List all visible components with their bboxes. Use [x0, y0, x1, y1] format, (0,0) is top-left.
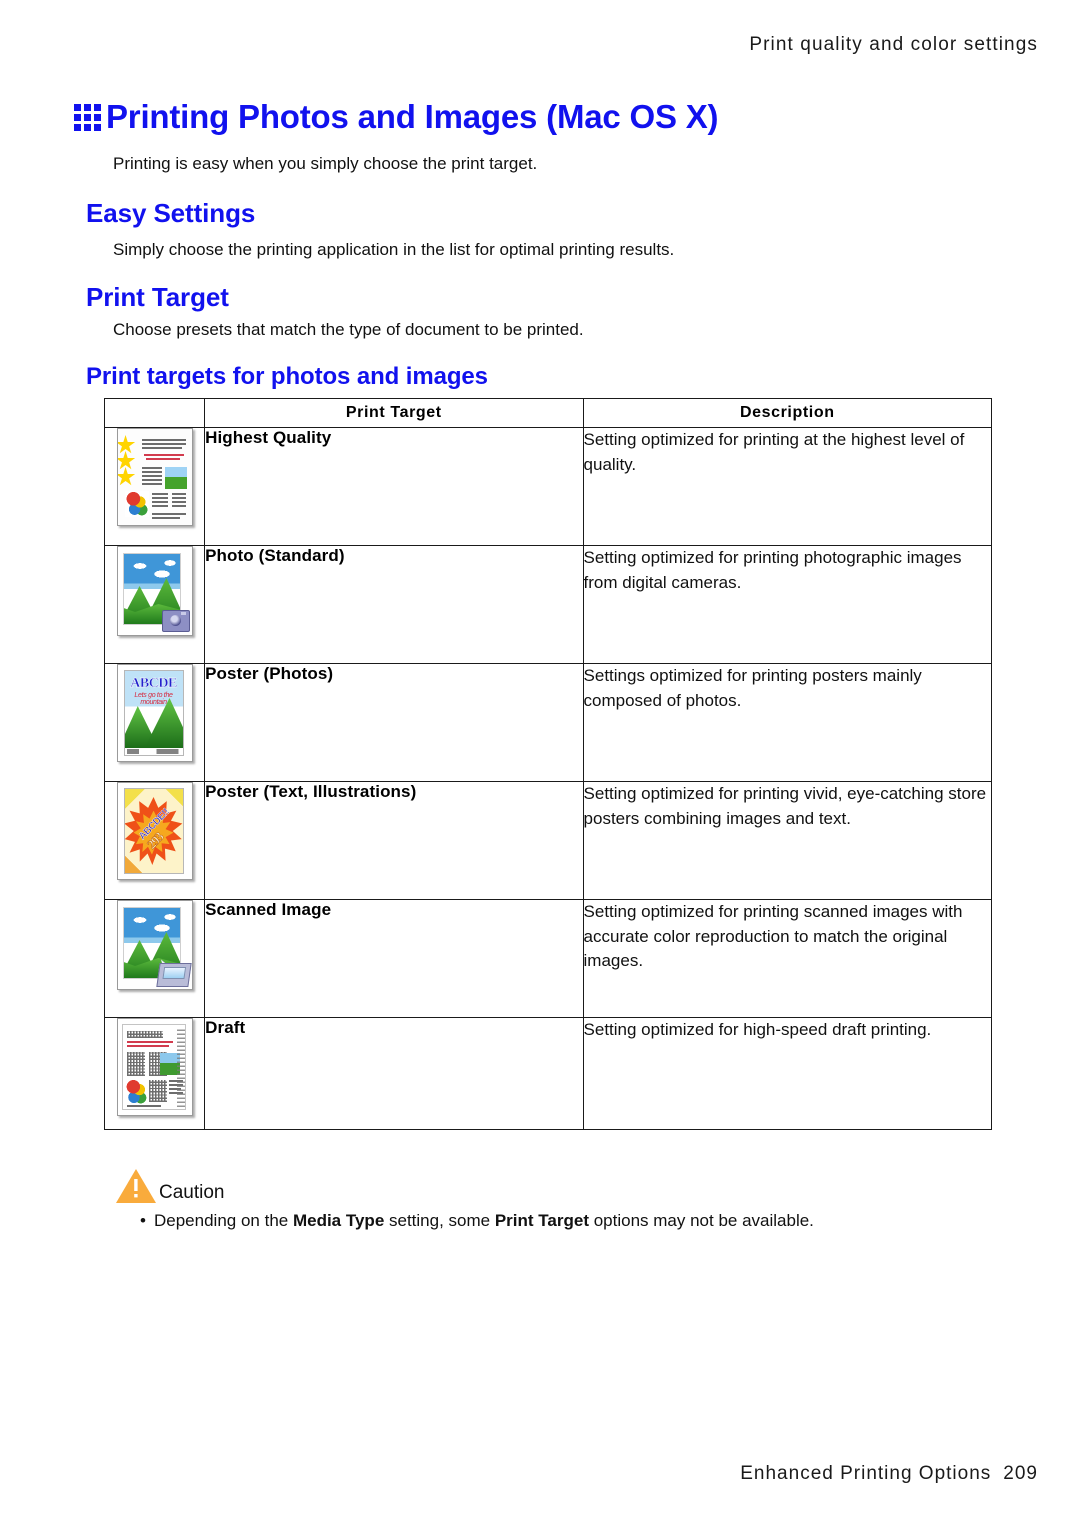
- column-header-thumbnail: [103, 398, 206, 428]
- print-targets-table: Print Target Description Highest Quality…: [103, 398, 993, 1130]
- table-row: Highest Quality Setting optimized for pr…: [103, 427, 993, 546]
- scanner-icon: [155, 963, 192, 987]
- print-target-description: Setting optimized for printing scanned i…: [582, 899, 993, 1018]
- poster-photos-script: Lets go to the mountain: [134, 692, 173, 706]
- print-target-description: Settings optimized for printing posters …: [582, 663, 993, 782]
- table-row: Scanned Image Setting optimized for prin…: [103, 899, 993, 1018]
- table-row: Draft Setting optimized for high-speed d…: [103, 1017, 993, 1130]
- section-body-easy-settings: Simply choose the printing application i…: [113, 240, 675, 259]
- caution-text-part-3: options may not be available.: [588, 1211, 814, 1230]
- poster-photos-title: ABCDE: [130, 676, 177, 691]
- caution-label: Caution: [159, 1182, 225, 1203]
- print-target-description: Setting optimized for printing photograp…: [582, 545, 993, 664]
- thumbnail-cell: [103, 1017, 206, 1130]
- intro-paragraph: Printing is easy when you simply choose …: [113, 154, 538, 173]
- table-row: Photo (Standard) Setting optimized for p…: [103, 545, 993, 664]
- thumbnail-cell: [103, 899, 206, 1018]
- bullet-dot-icon: •: [140, 1211, 146, 1230]
- print-target-name: Scanned Image: [204, 899, 584, 1018]
- section-heading-easy-settings: Easy Settings: [86, 198, 256, 228]
- section-heading-print-target: Print Target: [86, 282, 229, 312]
- warning-triangle-icon: [115, 1167, 157, 1205]
- camera-icon: [161, 610, 190, 632]
- caution-text-bold-media-type: Media Type: [292, 1211, 385, 1230]
- thumbnail-cell: ABCDE Lets go to the mountain: [103, 663, 206, 782]
- caution-text-bold-print-target: Print Target: [494, 1211, 589, 1230]
- photo-with-scanner-thumbnail: [116, 900, 193, 990]
- caution-text-part-2: setting, some: [384, 1211, 495, 1230]
- subheading-print-targets: Print targets for photos and images: [86, 363, 488, 390]
- caution-block: Caution: [115, 1167, 225, 1205]
- running-header: Print quality and color settings: [749, 34, 1038, 55]
- thumbnail-cell: [103, 427, 206, 546]
- print-target-name: Poster (Text, Illustrations): [204, 781, 584, 900]
- print-target-name: Poster (Photos): [204, 663, 584, 782]
- print-target-name: Highest Quality: [204, 427, 584, 546]
- poster-text-illustrations-thumbnail: 293 ABCDE!!: [116, 782, 193, 880]
- page-footer: Enhanced Printing Options 209: [740, 1463, 1038, 1485]
- table-row: 293 ABCDE!! Poster (Text, Illustrations)…: [103, 781, 993, 900]
- document-page: Print quality and color settings Printin…: [0, 0, 1080, 1527]
- poster-photos-thumbnail: ABCDE Lets go to the mountain: [116, 664, 193, 762]
- document-with-stars-thumbnail: [116, 428, 193, 526]
- thumbnail-cell: 293 ABCDE!!: [103, 781, 206, 900]
- caution-text-part-1: Depending on the: [154, 1211, 293, 1230]
- column-header-print-target: Print Target: [204, 398, 584, 428]
- page-title: Printing Photos and Images (Mac OS X): [74, 98, 719, 136]
- print-target-name: Draft: [204, 1017, 584, 1130]
- column-header-description: Description: [582, 398, 993, 428]
- table-row: ABCDE Lets go to the mountain Poster (Ph…: [103, 663, 993, 782]
- print-target-name: Photo (Standard): [204, 545, 584, 664]
- footer-chapter: Enhanced Printing Options: [740, 1463, 992, 1484]
- print-target-description: Setting optimized for printing at the hi…: [582, 427, 993, 546]
- print-target-description: Setting optimized for printing vivid, ey…: [582, 781, 993, 900]
- page-title-text: Printing Photos and Images (Mac OS X): [106, 98, 719, 135]
- footer-page-number: 209: [1003, 1463, 1038, 1484]
- draft-document-thumbnail: [116, 1018, 193, 1116]
- section-body-print-target: Choose presets that match the type of do…: [113, 320, 584, 339]
- thumbnail-cell: [103, 545, 206, 664]
- caution-bullet-item: • Depending on the Media Type setting, so…: [140, 1211, 814, 1231]
- grid-3x3-icon: [74, 104, 102, 131]
- print-target-description: Setting optimized for high-speed draft p…: [582, 1017, 993, 1130]
- table-header-row: Print Target Description: [103, 398, 993, 428]
- photo-with-camera-thumbnail: [116, 546, 193, 636]
